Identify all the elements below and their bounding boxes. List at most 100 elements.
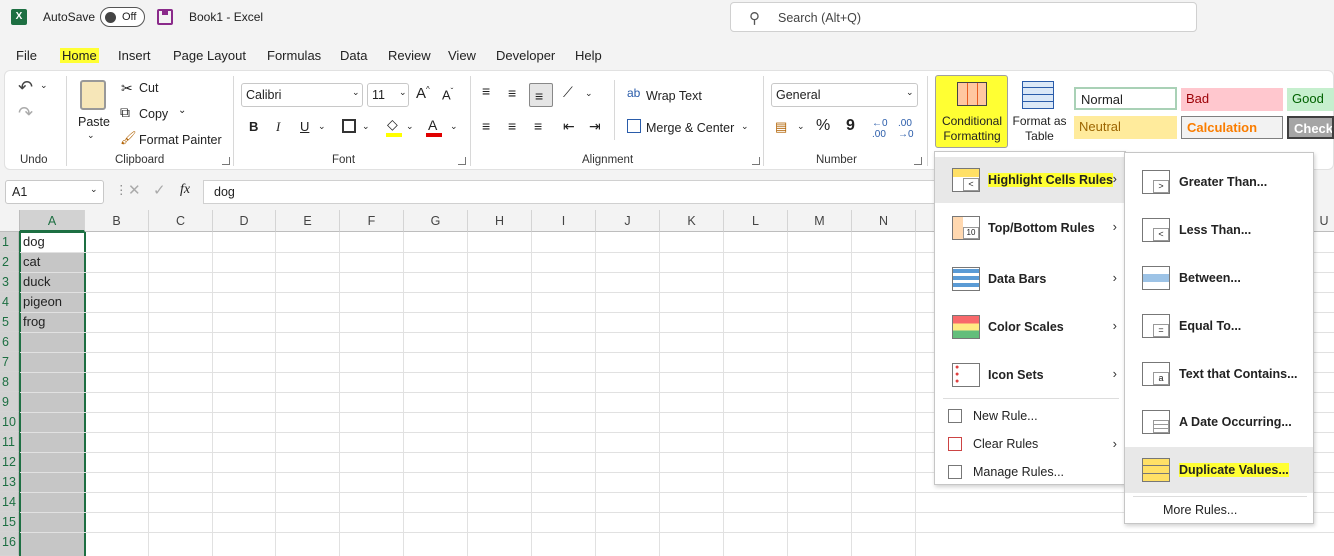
cell-a4[interactable]: pigeon bbox=[23, 292, 62, 312]
style-neutral[interactable]: Neutral bbox=[1074, 116, 1177, 139]
row-header-12[interactable]: 12 bbox=[0, 452, 19, 472]
tab-developer[interactable]: Developer bbox=[496, 48, 555, 63]
menu-item-duplicate-values[interactable]: Duplicate Values... bbox=[1125, 447, 1313, 493]
format-as-table-icon[interactable] bbox=[1022, 81, 1054, 109]
tab-view[interactable]: View bbox=[448, 48, 476, 63]
cell-a1[interactable]: dog bbox=[23, 232, 45, 252]
clipboard-launcher-icon[interactable] bbox=[222, 157, 230, 165]
style-good[interactable]: Good bbox=[1287, 88, 1334, 111]
column-header-l[interactable]: L bbox=[724, 210, 788, 232]
row-header-2[interactable]: 2 bbox=[0, 252, 19, 272]
paste-button[interactable]: Paste bbox=[78, 115, 110, 129]
cell-a5[interactable]: frog bbox=[23, 312, 45, 332]
confirm-entry-icon[interactable]: ✓ bbox=[153, 181, 166, 199]
save-icon[interactable] bbox=[157, 9, 173, 25]
align-top-icon[interactable]: ≡ bbox=[482, 83, 490, 99]
tab-insert[interactable]: Insert bbox=[118, 48, 151, 63]
align-center-icon[interactable]: ≡ bbox=[508, 118, 516, 134]
style-check-cell[interactable]: Check C bbox=[1287, 116, 1334, 139]
column-header-a[interactable]: A bbox=[20, 210, 85, 232]
accounting-format-icon[interactable]: ▤ bbox=[775, 119, 787, 135]
style-normal[interactable]: Normal bbox=[1074, 87, 1177, 110]
menu-item-new-rule[interactable]: New Rule... bbox=[935, 404, 1125, 430]
cut-button[interactable]: Cut bbox=[139, 81, 158, 95]
align-right-icon[interactable]: ≡ bbox=[534, 118, 542, 134]
more-rules-link[interactable]: More Rules... bbox=[1163, 503, 1237, 517]
menu-item-between[interactable]: Between... bbox=[1125, 255, 1313, 301]
paste-dropdown-icon[interactable]: ⌄ bbox=[87, 130, 95, 141]
cell-a3[interactable]: duck bbox=[23, 272, 50, 292]
column-header-f[interactable]: F bbox=[340, 210, 404, 232]
orientation-icon[interactable]: ⟋ bbox=[563, 84, 573, 101]
cut-icon[interactable]: ✂ bbox=[121, 80, 133, 97]
menu-item-data-bars[interactable]: Data Bars › bbox=[935, 256, 1125, 302]
font-size-select[interactable]: 11 ⌄ bbox=[367, 83, 409, 107]
menu-item-less-than[interactable]: < Less Than... bbox=[1125, 207, 1313, 253]
select-all-button[interactable] bbox=[0, 210, 20, 232]
column-header-n[interactable]: N bbox=[852, 210, 916, 232]
style-calculation[interactable]: Calculation bbox=[1181, 116, 1283, 139]
row-header-5[interactable]: 5 bbox=[0, 312, 19, 332]
align-left-icon[interactable]: ≡ bbox=[482, 118, 490, 134]
tab-home[interactable]: Home bbox=[60, 48, 99, 63]
underline-icon[interactable]: U bbox=[300, 119, 309, 134]
tab-review[interactable]: Review bbox=[388, 48, 431, 63]
tab-page-layout[interactable]: Page Layout bbox=[173, 48, 246, 63]
chevron-down-icon[interactable]: ⌄ bbox=[406, 121, 414, 132]
copy-icon[interactable]: ⧉ bbox=[120, 104, 130, 121]
cancel-entry-icon[interactable]: ✕ bbox=[128, 181, 141, 199]
align-bottom-button[interactable]: ≡ bbox=[529, 83, 553, 107]
format-painter-icon[interactable]: 🖌 bbox=[120, 130, 137, 146]
search-box[interactable]: ⚲ Search (Alt+Q) bbox=[730, 2, 1197, 32]
menu-item-clear-rules[interactable]: Clear Rules › bbox=[935, 432, 1125, 458]
insert-function-icon[interactable]: fx bbox=[180, 182, 190, 198]
chevron-down-icon[interactable]: ⌄ bbox=[741, 121, 749, 132]
style-bad[interactable]: Bad bbox=[1181, 88, 1283, 111]
conditional-formatting-button[interactable]: Conditional Formatting bbox=[935, 75, 1008, 148]
chevron-down-icon[interactable]: ⌄ bbox=[585, 88, 593, 99]
menu-item-text-that-contains[interactable]: a Text that Contains... bbox=[1125, 351, 1313, 397]
row-header-14[interactable]: 14 bbox=[0, 492, 19, 512]
menu-item-a-date-occurring[interactable]: A Date Occurring... bbox=[1125, 399, 1313, 445]
column-header-c[interactable]: C bbox=[149, 210, 213, 232]
tab-data[interactable]: Data bbox=[340, 48, 367, 63]
copy-dropdown-icon[interactable]: ⌄ bbox=[178, 105, 186, 116]
row-header-10[interactable]: 10 bbox=[0, 412, 19, 432]
row-header-1[interactable]: 1 bbox=[0, 232, 19, 252]
row-header-7[interactable]: 7 bbox=[0, 352, 19, 372]
font-launcher-icon[interactable] bbox=[458, 157, 466, 165]
grow-font-icon[interactable]: A^ bbox=[416, 85, 430, 102]
menu-item-manage-rules[interactable]: Manage Rules... bbox=[935, 460, 1125, 486]
alignment-launcher-icon[interactable] bbox=[752, 157, 760, 165]
menu-item-icon-sets[interactable]: ● ● ● Icon Sets › bbox=[935, 352, 1125, 398]
row-header-15[interactable]: 15 bbox=[0, 512, 19, 532]
menu-item-color-scales[interactable]: Color Scales › bbox=[935, 304, 1125, 350]
undo-dropdown-icon[interactable]: ⌄ bbox=[40, 80, 48, 91]
column-header-d[interactable]: D bbox=[213, 210, 276, 232]
shrink-font-icon[interactable]: Aˇ bbox=[442, 87, 453, 102]
more-options-icon[interactable]: ⋮ bbox=[115, 182, 128, 197]
column-header-g[interactable]: G bbox=[404, 210, 468, 232]
row-header-16[interactable]: 16 bbox=[0, 532, 19, 556]
name-box[interactable]: A1 ⌄ bbox=[5, 180, 104, 204]
number-launcher-icon[interactable] bbox=[914, 157, 922, 165]
wrap-text-icon[interactable]: ab bbox=[627, 86, 640, 100]
wrap-text-button[interactable]: Wrap Text bbox=[646, 89, 702, 103]
bold-icon[interactable]: B bbox=[249, 119, 258, 134]
undo-icon[interactable]: ↶ bbox=[18, 77, 33, 98]
column-header-b[interactable]: B bbox=[85, 210, 149, 232]
borders-icon[interactable] bbox=[342, 119, 356, 133]
row-header-4[interactable]: 4 bbox=[0, 292, 19, 312]
column-header-u[interactable]: U bbox=[1314, 210, 1334, 232]
increase-decimal-icon[interactable]: ←0.00 bbox=[872, 118, 888, 140]
percent-icon[interactable]: % bbox=[816, 117, 830, 135]
comma-style-icon[interactable]: 9 bbox=[846, 117, 855, 135]
italic-icon[interactable]: I bbox=[276, 119, 280, 135]
number-format-select[interactable]: General ⌄ bbox=[771, 83, 918, 107]
redo-icon[interactable]: ↷ bbox=[18, 103, 33, 124]
chevron-down-icon[interactable]: ⌄ bbox=[362, 121, 370, 132]
copy-button[interactable]: Copy bbox=[139, 107, 168, 121]
formula-input[interactable]: dog bbox=[203, 180, 935, 204]
menu-item-greater-than[interactable]: > Greater Than... bbox=[1125, 159, 1313, 205]
tab-formulas[interactable]: Formulas bbox=[267, 48, 321, 63]
